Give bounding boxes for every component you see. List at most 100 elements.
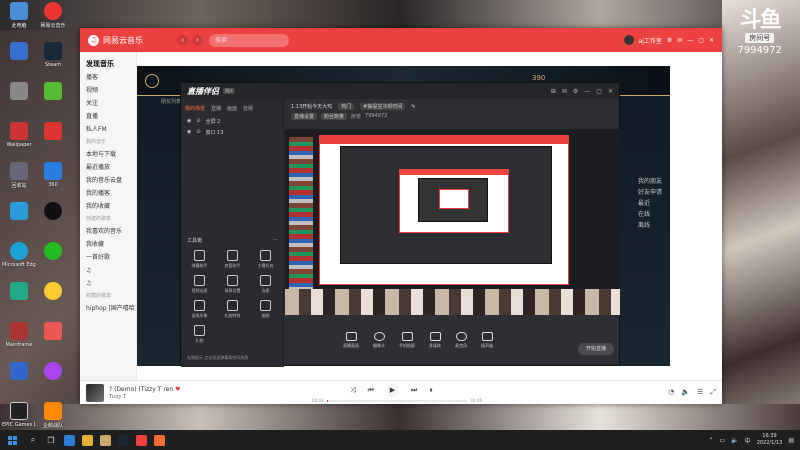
sidebar-item-local[interactable]: 本地与下载	[80, 148, 136, 161]
progress-bar[interactable]: 00:02 03:46	[312, 398, 482, 403]
sidebar-playlist-liked[interactable]: 我喜欢的音乐	[80, 225, 136, 238]
sidebar-item-live[interactable]: 直播	[80, 110, 136, 123]
taskbar-app[interactable]	[132, 430, 150, 450]
taskbar-app[interactable]	[96, 430, 114, 450]
tool-record[interactable]: 录屏设置	[216, 275, 249, 294]
sidebar-item-my-podcast[interactable]: 我的播客	[80, 187, 136, 200]
sidebar-item-discover[interactable]: 发现音乐	[80, 58, 136, 71]
mail-icon[interactable]: ✉	[677, 37, 682, 44]
desktop-icon-360[interactable]: 360	[36, 162, 70, 196]
tab-live[interactable]: 直播	[211, 105, 221, 112]
close-icon[interactable]: ✕	[709, 37, 714, 44]
maximize-icon[interactable]: ▢	[698, 37, 704, 44]
fans-chip[interactable]: 粉丝数量	[321, 113, 348, 120]
desktop-icon[interactable]	[36, 122, 70, 156]
desktop-icon-netease[interactable]: 网易云音乐	[36, 2, 70, 36]
tool-gift-fx[interactable]: 礼物特效	[216, 300, 249, 319]
sidebar-playlist[interactable]: 我收藏	[80, 238, 136, 251]
friends-item[interactable]: 离线	[638, 220, 662, 231]
lyrics-icon[interactable]: ⏸	[429, 386, 433, 395]
tray-chevron-icon[interactable]: ⌃	[708, 437, 713, 444]
more-icon[interactable]: ⋯	[273, 237, 278, 244]
network-icon[interactable]: ▭	[720, 437, 726, 444]
tool-danmaku[interactable]: 弹幕助手	[183, 250, 216, 269]
desktop-icon[interactable]	[2, 362, 36, 396]
desktop-icon-this-pc[interactable]: 此电脑	[2, 2, 36, 36]
desktop-icon-wallpaper[interactable]: Wallpaper	[2, 122, 36, 156]
friends-item[interactable]: 好友申请	[638, 187, 662, 198]
desktop-icon[interactable]	[36, 362, 70, 396]
taskbar-app[interactable]	[78, 430, 96, 450]
forward-icon[interactable]: ›	[192, 34, 203, 46]
sidebar-item-podcast[interactable]: 播客	[80, 71, 136, 84]
scene-item[interactable]: ◉ ⊙ 全屏 2	[181, 116, 283, 127]
sidebar-item-recent[interactable]: 最近播放	[80, 161, 136, 174]
taskbar-app[interactable]	[114, 430, 132, 450]
category-chip[interactable]: #抽屉宝冷却时间	[360, 103, 406, 110]
tab-audio[interactable]: 音频	[243, 105, 253, 112]
friends-item[interactable]: 在线	[638, 209, 662, 220]
quality-icon[interactable]: ◔	[668, 388, 674, 397]
play-button[interactable]: ▶	[385, 384, 399, 397]
tool-tasks[interactable]: 主播任务	[249, 250, 282, 269]
album-cover[interactable]	[86, 383, 104, 402]
minimize-icon[interactable]: —	[584, 88, 590, 95]
gift-icon[interactable]: ⊞	[551, 88, 556, 95]
volume-icon[interactable]: 🔈	[681, 388, 690, 397]
volume-icon[interactable]: 🔈	[731, 437, 738, 444]
taskbar-app[interactable]	[60, 430, 78, 450]
friends-item[interactable]: 我的朋友	[638, 176, 662, 187]
username[interactable]: aj工作室	[639, 36, 662, 45]
back-icon[interactable]: ‹	[177, 34, 188, 46]
tool-room-admin[interactable]: 房管助手	[216, 250, 249, 269]
scene-item[interactable]: ◉ ⊙ 窗口 13	[181, 127, 283, 138]
tool-avatar[interactable]: 虚拟形象	[183, 300, 216, 319]
search-input[interactable]: 搜索	[209, 33, 289, 47]
sidebar-playlist-hiphop[interactable]: hiphop [国产嘻哈]	[80, 302, 136, 315]
desktop-icon[interactable]	[36, 242, 70, 276]
source-screen-button[interactable]: 直播画面	[343, 331, 359, 349]
settings-icon[interactable]: ⚙	[667, 37, 672, 44]
taskbar-app[interactable]	[150, 430, 168, 450]
room-title[interactable]: 1.13开始今天大鸡	[291, 103, 332, 110]
sidebar-playlist[interactable]: 一首好歌	[80, 251, 136, 264]
song-title[interactable]: ? (Demo) (Tizzy T ren	[109, 386, 173, 393]
maximize-icon[interactable]: ▢	[596, 88, 602, 95]
fullscreen-icon[interactable]: ⤢	[710, 388, 716, 397]
tab-scenes[interactable]: 我的场景	[185, 105, 205, 112]
desktop-icon[interactable]	[2, 202, 36, 236]
source-phone-button[interactable]: 手机投屏	[399, 331, 415, 349]
settings-icon[interactable]: ⚙	[573, 88, 578, 95]
sidebar-item-video[interactable]: 视频	[80, 84, 136, 97]
friends-item[interactable]: 最近	[638, 198, 662, 209]
speaker-button[interactable]: 扬声器	[481, 331, 493, 349]
tool-video-link[interactable]: 视频连麦	[183, 275, 216, 294]
eye-icon[interactable]: ◉	[187, 118, 191, 125]
tool-beauty[interactable]: 美颜	[249, 300, 282, 319]
search-icon[interactable]: ⌕	[24, 430, 42, 450]
tab-screen[interactable]: 画面	[227, 105, 237, 112]
avatar[interactable]	[623, 35, 634, 45]
sidebar-item-cloud[interactable]: 我的音乐云盘	[80, 174, 136, 187]
task-view-icon[interactable]: ❐	[42, 430, 60, 450]
tool-link-mic[interactable]: 连麦	[249, 275, 282, 294]
sidebar-item-follow[interactable]: 关注	[80, 97, 136, 110]
desktop-icon[interactable]	[2, 282, 36, 316]
source-media-button[interactable]: 多媒体	[429, 331, 441, 349]
edit-icon[interactable]: ✎	[411, 104, 415, 110]
desktop-icon-edge[interactable]: Microsoft Edge	[2, 242, 36, 276]
message-icon[interactable]: ✉	[562, 88, 567, 95]
clock[interactable]: 16:39 2022/1/13	[757, 433, 783, 447]
desktop-icon[interactable]	[2, 82, 36, 116]
desktop-icon[interactable]	[2, 42, 36, 76]
desktop-icon-recycle-bin[interactable]: 回收站	[2, 162, 36, 196]
sidebar-playlist[interactable]: ♫	[80, 277, 136, 290]
close-icon[interactable]: ✕	[608, 88, 613, 95]
ime-icon[interactable]: 中	[745, 436, 751, 445]
desktop-icon[interactable]	[36, 322, 70, 356]
playlist-icon[interactable]: ☰	[697, 388, 703, 397]
sidebar-playlist[interactable]: ♫	[80, 264, 136, 277]
lock-icon[interactable]: ⊙	[196, 118, 200, 125]
stream-preview[interactable]	[285, 129, 620, 315]
eye-icon[interactable]: ◉	[187, 129, 191, 136]
